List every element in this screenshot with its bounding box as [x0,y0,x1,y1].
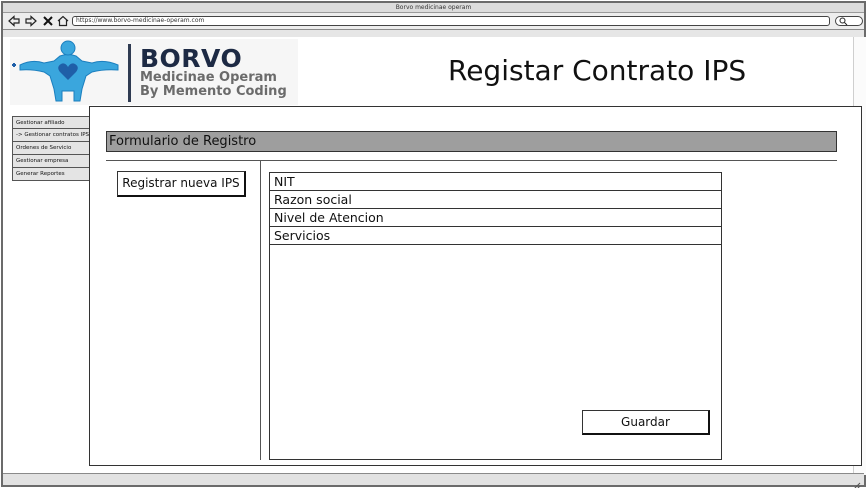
register-ips-button[interactable]: Registrar nueva IPS [117,171,246,197]
form-header: Formulario de Registro [106,131,837,152]
logo-subtitle: Medicinae Operam [140,70,277,85]
field-razon-social[interactable]: Razon social [270,191,721,209]
save-button[interactable]: Guardar [582,410,710,435]
divider-horizontal [106,160,837,161]
ips-form-fields: NIT Razon social Nivel de Atencion Servi… [269,172,722,460]
field-servicios[interactable]: Servicios [270,227,721,245]
address-bar[interactable]: https://www.borvo-medicinae-operam.com [72,16,830,26]
field-nivel-de-atencion[interactable]: Nivel de Atencion [270,209,721,227]
status-bar [3,473,864,488]
logo-brand: BORVO [140,44,243,73]
divider-vertical [260,160,261,460]
sidebar-item-gestionar-contratos-ips[interactable]: -> Gestionar contratos IPS [12,129,90,142]
forward-arrow-icon[interactable] [25,15,37,27]
logo-tagline: By Memento Coding [140,84,287,99]
back-arrow-icon[interactable] [8,15,20,27]
sidebar-item-generar-reportes[interactable]: Generar Reportes [12,168,90,181]
sidebar-menu: Gestionar afiliado -> Gestionar contrato… [12,116,90,181]
medical-figure-icon [12,40,119,102]
browser-search[interactable] [835,16,863,26]
resize-grip-icon[interactable] [852,475,861,488]
content-top-bar [3,30,864,37]
search-icon [839,15,848,30]
page-title: Registar Contrato IPS [448,54,747,87]
sidebar-item-ordenes-de-servicio[interactable]: Ordenes de Servicio [12,142,90,155]
close-icon[interactable] [42,15,54,27]
window-title: Borvo medicinae operam [3,3,864,13]
sidebar-item-gestionar-empresa[interactable]: Gestionar empresa [12,155,90,168]
sidebar-item-gestionar-afiliado[interactable]: Gestionar afiliado [12,116,90,129]
browser-toolbar: https://www.borvo-medicinae-operam.com [3,13,864,30]
logo-separator [128,44,131,102]
main-panel: Formulario de Registro Registrar nueva I… [89,106,862,466]
home-icon[interactable] [57,15,69,27]
field-nit[interactable]: NIT [270,173,721,191]
brand-logo: BORVO Medicinae Operam By Memento Coding [10,39,298,105]
